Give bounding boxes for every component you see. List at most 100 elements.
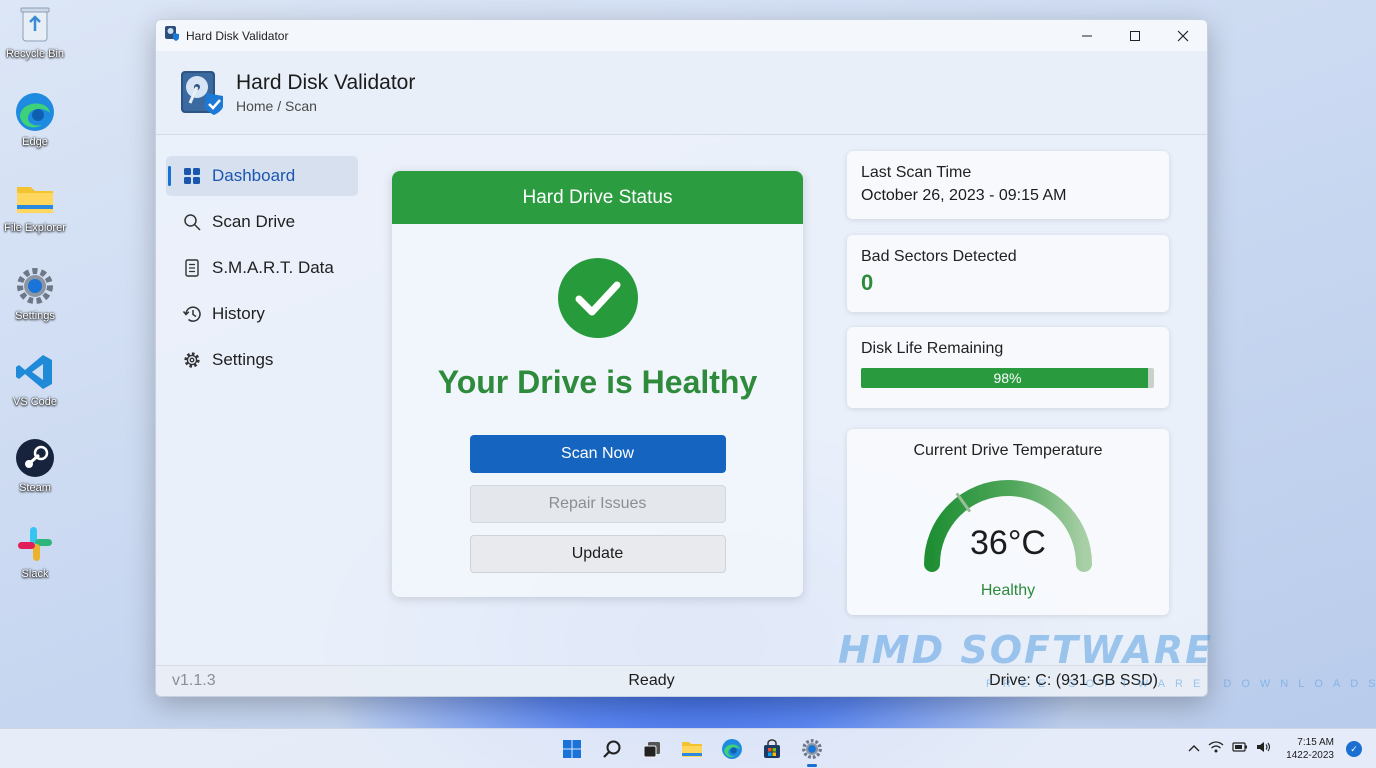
app-small-icon (164, 25, 180, 46)
app-header: Hard Disk Validator Home / Scan (156, 51, 1207, 135)
temperature-label: Current Drive Temperature (913, 442, 1103, 459)
temperature-value: 36°C (970, 524, 1046, 562)
chevron-up-icon[interactable] (1188, 740, 1200, 758)
sidebar-item-label: Settings (212, 350, 274, 369)
desktop-icon-label: File Explorer (4, 222, 66, 234)
last-scan-value: October 26, 2023 - 09:15 AM (861, 187, 1067, 204)
health-message: Your Drive is Healthy (437, 364, 758, 400)
close-button[interactable] (1159, 20, 1207, 51)
slack-icon (13, 522, 57, 566)
search-icon (603, 740, 621, 758)
taskbar-store[interactable] (752, 729, 792, 768)
battery-icon[interactable] (1232, 740, 1248, 759)
desktop-icon-edge[interactable]: Edge (4, 90, 66, 148)
desktop-icon-vscode[interactable]: VS Code (4, 350, 66, 408)
store-icon (764, 739, 780, 758)
repair-issues-button[interactable]: Repair Issues (469, 485, 726, 523)
task-view-icon (643, 742, 660, 758)
close-icon (1177, 30, 1189, 41)
sidebar-item-history[interactable]: History (166, 294, 358, 334)
breadcrumb: Home / Scan (236, 98, 317, 114)
vscode-icon (13, 350, 57, 394)
desktop-icon-steam[interactable]: Steam (4, 436, 66, 494)
sidebar-item-label: Scan Drive (212, 212, 296, 231)
sidebar: Dashboard Scan Drive S.M.A.R.T. Data His… (156, 156, 371, 386)
version-label: v1.1.3 (172, 672, 216, 689)
disk-life-value: 98% (993, 370, 1022, 386)
temperature-gauge: 36°C (918, 474, 1098, 578)
disk-life-card: Disk Life Remaining 98% (847, 327, 1169, 408)
temperature-status: Healthy (980, 582, 1036, 599)
sidebar-item-smart-data[interactable]: S.M.A.R.T. Data (166, 248, 358, 288)
sidebar-item-label: Dashboard (212, 166, 296, 185)
bad-sectors-label: Bad Sectors Detected (861, 248, 1017, 265)
edge-icon (722, 739, 742, 759)
wifi-icon[interactable] (1208, 740, 1224, 759)
bad-sectors-value: 0 (861, 270, 874, 295)
gear-icon (13, 264, 57, 308)
taskbar: 7:15 AM 1422-2023 ✓ (0, 728, 1376, 768)
clock[interactable]: 7:15 AM 1422-2023 (1286, 736, 1334, 762)
volume-icon[interactable] (1256, 740, 1272, 759)
maximize-button[interactable] (1111, 20, 1159, 51)
task-view-button[interactable] (632, 729, 672, 768)
history-icon (181, 305, 203, 323)
taskbar-edge[interactable] (712, 729, 752, 768)
taskbar-search-button[interactable] (592, 729, 632, 768)
edge-icon (13, 90, 57, 134)
title-bar[interactable]: Hard Disk Validator (156, 20, 1207, 51)
sidebar-item-settings[interactable]: Settings (166, 340, 358, 380)
taskbar-settings[interactable] (792, 729, 832, 768)
clock-date: 1422-2023 (1286, 750, 1334, 761)
watermark: HMD SOFTWARE FREE SOFTWARE DOWNLOADS (838, 628, 1376, 690)
desktop-icon-label: Settings (15, 310, 55, 322)
file-explorer-icon (682, 742, 702, 757)
minimize-icon (1082, 35, 1092, 36)
sidebar-item-dashboard[interactable]: Dashboard (166, 156, 358, 196)
desktop-icon-label: Edge (22, 136, 48, 148)
status-card-header: Hard Drive Status (392, 171, 803, 224)
scan-now-button[interactable]: Scan Now (469, 435, 726, 473)
desktop-icon-label: Slack (21, 568, 49, 580)
app-logo-icon (178, 69, 226, 117)
desktop-icon-slack[interactable]: Slack (4, 522, 66, 580)
temperature-card: Current Drive Temperature 36°C Healthy (847, 429, 1169, 615)
start-icon (563, 740, 581, 758)
clock-time: 7:15 AM (1297, 737, 1334, 748)
disk-life-progress-bar: 98% (861, 368, 1154, 388)
minimize-button[interactable] (1063, 20, 1111, 51)
taskbar-file-explorer[interactable] (672, 729, 712, 768)
dashboard-icon (181, 167, 203, 185)
recycle-bin-icon (13, 2, 57, 46)
folder-icon (13, 176, 57, 220)
desktop-icon-label: Steam (19, 482, 51, 494)
disk-life-label: Disk Life Remaining (861, 340, 1004, 357)
sidebar-item-label: History (212, 304, 265, 323)
search-icon (181, 213, 203, 231)
document-icon (181, 259, 203, 277)
steam-icon (13, 436, 57, 480)
settings-icon (802, 739, 822, 759)
app-window: Hard Disk Validator Hard Disk Validator … (155, 19, 1208, 697)
watermark-sub: FREE SOFTWARE DOWNLOADS (986, 678, 1376, 690)
bad-sectors-card: Bad Sectors Detected 0 (847, 235, 1169, 312)
notification-icon[interactable]: ✓ (1346, 741, 1362, 757)
system-tray: 7:15 AM 1422-2023 ✓ (1188, 729, 1362, 768)
start-button[interactable] (552, 729, 592, 768)
checkmark-icon (557, 258, 638, 338)
drive-status-card: Hard Drive Status Your Drive is Healthy … (392, 171, 803, 597)
update-button[interactable]: Update (469, 535, 726, 573)
watermark-main: HMD SOFTWARE (838, 628, 1214, 672)
desktop-icon-settings[interactable]: Settings (4, 264, 66, 322)
sidebar-item-scan-drive[interactable]: Scan Drive (166, 202, 358, 242)
window-title: Hard Disk Validator (186, 28, 289, 43)
last-scan-label: Last Scan Time (861, 164, 972, 181)
desktop-icon-label: Recycle Bin (5, 48, 65, 60)
desktop-icon-file-explorer[interactable]: File Explorer (4, 176, 66, 234)
last-scan-card: Last Scan Time October 26, 2023 - 09:15 … (847, 151, 1169, 219)
gear-icon (181, 351, 203, 369)
desktop-icon-label: VS Code (12, 396, 58, 408)
maximize-icon (1130, 30, 1140, 41)
desktop-icon-recycle-bin[interactable]: Recycle Bin (4, 2, 66, 60)
sidebar-item-label: S.M.A.R.T. Data (212, 258, 334, 277)
